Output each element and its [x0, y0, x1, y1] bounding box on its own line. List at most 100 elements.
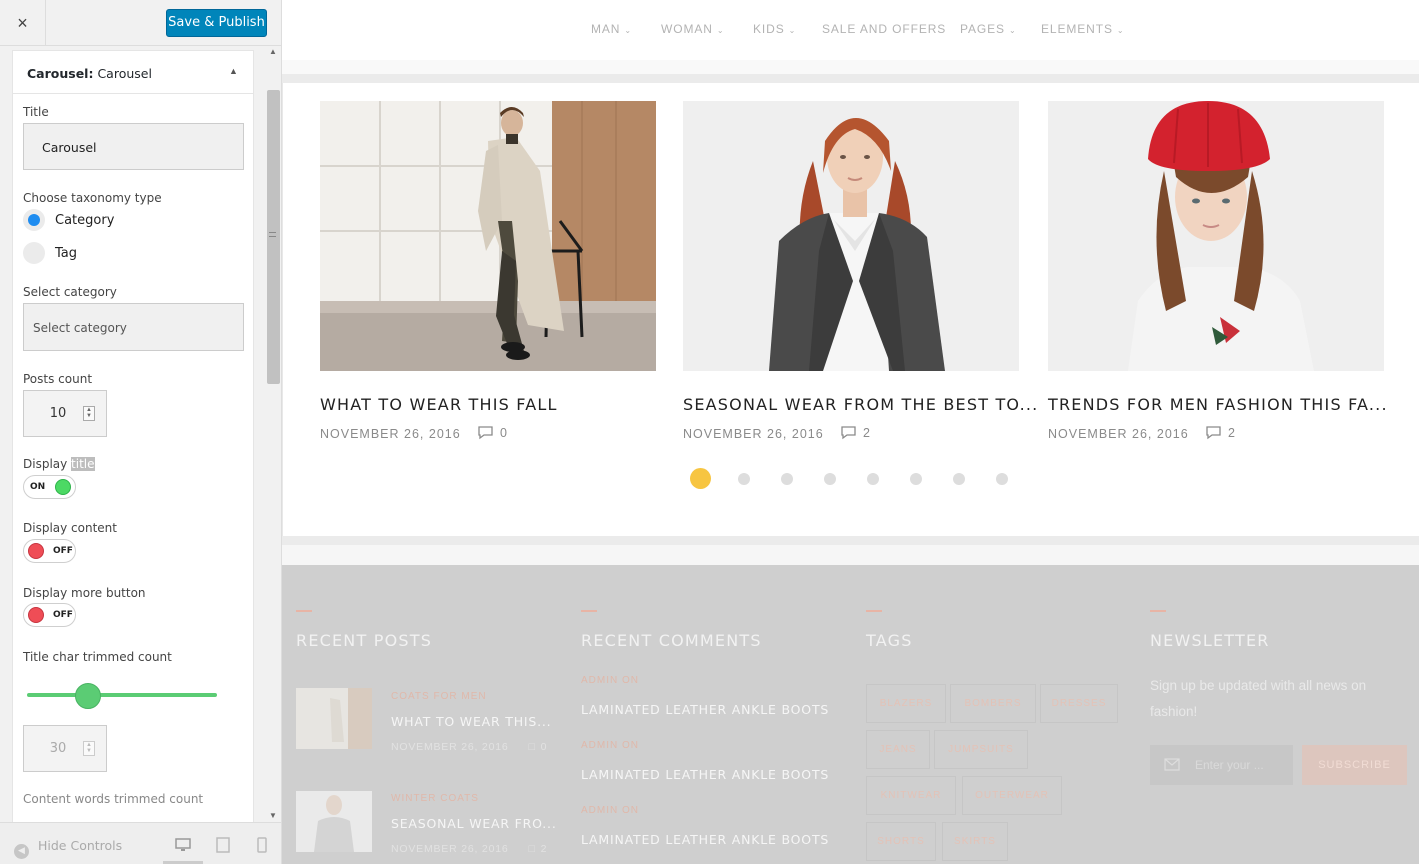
recent-post-title[interactable]: SEASONAL WEAR FRO... — [391, 816, 557, 831]
toggle-state: OFF — [53, 546, 73, 556]
tablet-preview-icon[interactable] — [215, 837, 231, 853]
title-trim-label: Title char trimmed count — [23, 650, 172, 664]
title-trim-stepper[interactable]: 30 ▲ ▼ — [23, 725, 107, 772]
title-trim-slider-handle[interactable] — [75, 683, 101, 709]
posts-count-value: 10 — [49, 406, 67, 421]
section-spacer — [282, 545, 1419, 565]
nav-item-woman[interactable]: WOMAN ⌄ — [661, 22, 724, 36]
post-comments[interactable]: 2 — [840, 425, 870, 440]
comment-count: 0 — [540, 741, 548, 753]
carousel-dot-4[interactable] — [824, 473, 836, 485]
comment-count: 2 — [540, 843, 548, 855]
stepper-arrows-icon[interactable]: ▲ ▼ — [83, 406, 95, 421]
subscribe-button[interactable]: SUBSCRIBE — [1302, 745, 1407, 785]
comment-icon — [478, 426, 493, 440]
nav-item-elements[interactable]: ELEMENTS ⌄ — [1041, 22, 1125, 36]
carousel-dot-6[interactable] — [910, 473, 922, 485]
date-text: NOVEMBER 26, 2016 — [391, 843, 509, 855]
comment-post-link[interactable]: LAMINATED LEATHER ANKLE BOOTS — [581, 702, 829, 717]
close-customizer-button[interactable]: × — [0, 0, 46, 46]
comment-count: 0 — [500, 426, 507, 440]
radio-tag[interactable] — [23, 242, 45, 264]
nav-item-sale[interactable]: SALE AND OFFERS — [822, 22, 946, 36]
newsletter-email-input[interactable]: Enter your ... — [1150, 745, 1293, 785]
tag-bombers[interactable]: BOMBERS — [950, 684, 1036, 723]
category-select[interactable]: Select category — [23, 303, 244, 351]
carousel-settings-panel: Carousel: Carousel ▲ Title Carousel Choo… — [12, 50, 254, 830]
mobile-preview-icon[interactable] — [254, 837, 270, 853]
posts-count-stepper[interactable]: 10 ▲ ▼ — [23, 390, 107, 437]
display-more-toggle[interactable]: OFF — [23, 603, 76, 627]
post-comments[interactable]: 0 — [477, 425, 507, 440]
comment-author[interactable]: ADMIN ON — [581, 805, 639, 816]
collapse-arrow-icon[interactable]: ▲ — [229, 66, 238, 76]
widget-accent — [581, 610, 597, 612]
nav-label: SALE AND OFFERS — [822, 22, 947, 36]
post-title[interactable]: SEASONAL WEAR FROM THE BEST TO... — [683, 395, 1037, 414]
comment-post-link[interactable]: LAMINATED LEATHER ANKLE BOOTS — [581, 832, 829, 847]
site-footer: RECENT POSTS COATS FOR MEN WHAT TO WEAR … — [282, 565, 1419, 864]
toggle-state: ON — [30, 482, 46, 492]
nav-label: MAN — [591, 22, 621, 36]
recent-posts-title: RECENT POSTS — [296, 631, 433, 650]
save-publish-button[interactable]: Save & Publish — [166, 9, 267, 37]
tag-dresses[interactable]: DRESSES — [1040, 684, 1118, 723]
recent-post-category[interactable]: WINTER COATS — [391, 793, 479, 804]
title-input-value: Carousel — [42, 140, 97, 155]
chevron-down-icon: ⌄ — [1008, 26, 1017, 35]
nav-item-pages[interactable]: PAGES ⌄ — [960, 22, 1017, 36]
radio-category-label: Category — [55, 213, 115, 228]
display-title-toggle[interactable]: ON — [23, 475, 76, 499]
tag-skirts[interactable]: SKIRTS — [942, 822, 1008, 861]
newsletter-text: Sign up be updated with all news on fash… — [1150, 678, 1367, 719]
carousel-dot-1[interactable] — [690, 468, 711, 489]
carousel-dot-8[interactable] — [996, 473, 1008, 485]
display-content-toggle[interactable]: OFF — [23, 539, 76, 563]
scrollbar-thumb[interactable] — [267, 90, 280, 384]
stepper-arrows-icon[interactable]: ▲ ▼ — [83, 741, 95, 756]
carousel-dot-2[interactable] — [738, 473, 750, 485]
title-input[interactable]: Carousel — [23, 123, 244, 170]
carousel-dot-3[interactable] — [781, 473, 793, 485]
radio-category[interactable] — [23, 209, 45, 231]
tag-knitwear[interactable]: KNITWEAR — [866, 776, 956, 815]
section-type: Carousel: — [27, 66, 94, 81]
comment-author[interactable]: ADMIN ON — [581, 740, 639, 751]
woman-in-blazer-photo — [683, 101, 1019, 371]
post-date: NOVEMBER 26, 2016 — [1048, 427, 1189, 441]
post-title[interactable]: WHAT TO WEAR THIS FALL — [320, 395, 665, 414]
nav-item-kids[interactable]: KIDS ⌄ — [753, 22, 796, 36]
title-trim-slider-track[interactable] — [27, 693, 217, 697]
taxonomy-label: Choose taxonomy type — [23, 191, 162, 205]
recent-post-title[interactable]: WHAT TO WEAR THIS... — [391, 714, 551, 729]
recent-post-thumb[interactable] — [296, 688, 372, 749]
tag-jumpsuits[interactable]: JUMPSUITS — [934, 730, 1028, 769]
recent-post-thumb[interactable] — [296, 791, 372, 852]
carousel-dot-5[interactable] — [867, 473, 879, 485]
desktop-preview-icon[interactable] — [175, 837, 191, 853]
recent-post-category[interactable]: COATS FOR MEN — [391, 691, 487, 702]
man-in-coat-photo — [320, 101, 656, 371]
thumb-photo — [296, 688, 372, 749]
tag-shorts[interactable]: SHORTS — [866, 822, 936, 861]
hide-controls-button[interactable]: ◀ Hide Controls — [14, 838, 122, 859]
post-image-man-coat[interactable] — [320, 101, 656, 371]
post-title[interactable]: TRENDS FOR MEN FASHION THIS FA... — [1048, 395, 1393, 414]
thumb-photo — [296, 791, 372, 852]
tag-jeans[interactable]: JEANS — [866, 730, 930, 769]
post-comments[interactable]: 2 — [1205, 425, 1235, 440]
nav-item-man[interactable]: MAN ⌄ — [591, 22, 632, 36]
comment-author[interactable]: ADMIN ON — [581, 675, 639, 686]
carousel-dot-7[interactable] — [953, 473, 965, 485]
scroll-up-icon[interactable]: ▲ — [269, 47, 277, 56]
main-navigation: MAN ⌄ WOMAN ⌄ KIDS ⌄ SALE AND OFFERS PAGES ⌄… — [282, 0, 1419, 60]
tag-outerwear[interactable]: OUTERWEAR — [962, 776, 1062, 815]
grip-icon — [269, 232, 276, 237]
tag-blazers[interactable]: BLAZERS — [866, 684, 946, 723]
panel-header[interactable]: Carousel: Carousel ▲ — [13, 51, 253, 94]
post-image-woman-blazer[interactable] — [683, 101, 1019, 371]
scroll-down-icon[interactable]: ▼ — [269, 811, 277, 820]
post-image-girl-beanie[interactable] — [1048, 101, 1384, 371]
comment-post-link[interactable]: LAMINATED LEATHER ANKLE BOOTS — [581, 767, 829, 782]
girl-in-red-beanie-photo — [1048, 101, 1384, 371]
